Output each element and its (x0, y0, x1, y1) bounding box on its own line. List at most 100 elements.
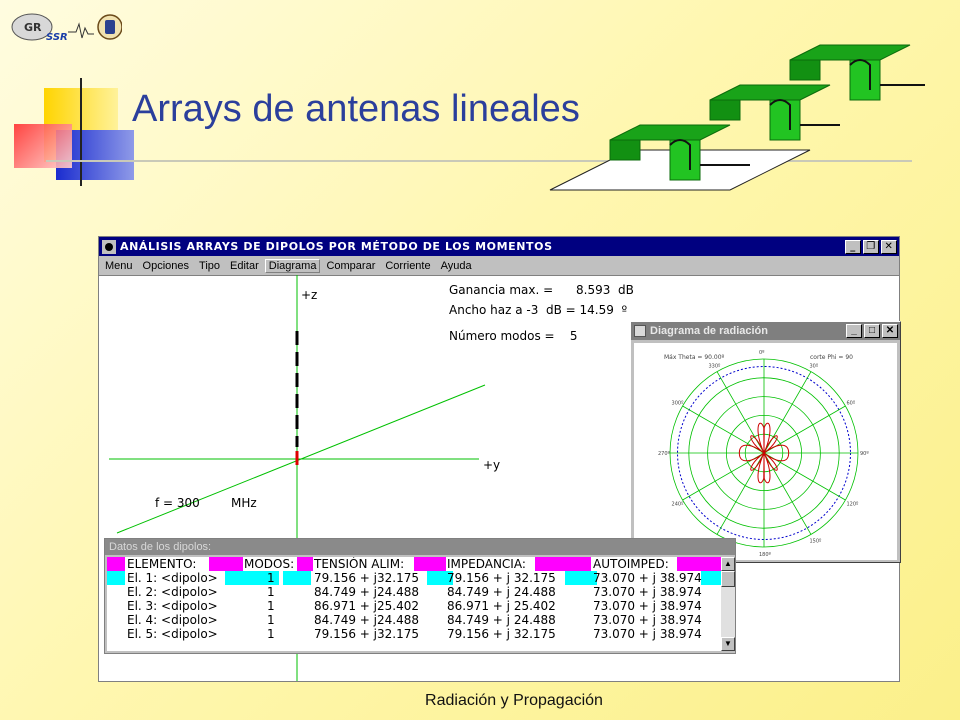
cell-elemento: El. 3: <dipolo> (127, 599, 218, 613)
scroll-thumb[interactable] (721, 571, 735, 587)
cell-modos: 1 (267, 613, 275, 627)
menu-item-corriente[interactable]: Corriente (381, 259, 434, 273)
menu-item-editar[interactable]: Editar (226, 259, 263, 273)
frequency-unit: MHz (231, 496, 257, 510)
cell-impedancia: 86.971 + j 25.402 (447, 599, 556, 613)
app-icon[interactable] (102, 239, 116, 254)
menu-item-ayuda[interactable]: Ayuda (437, 259, 476, 273)
cell-tension: 84.749 + j24.488 (314, 585, 419, 599)
antenna-element-2 (709, 84, 840, 141)
cell-autoimped: 73.070 + j 38.974 (593, 585, 702, 599)
diagram-minimize-button[interactable]: _ (846, 324, 862, 338)
table-row[interactable]: El. 1: <dipolo> 1 79.156 + j32.175 79.156 +… (107, 571, 721, 585)
header-marker (677, 557, 721, 571)
header-elemento: ELEMENTO: (127, 557, 197, 571)
menu-item-opciones[interactable]: Opciones (139, 259, 193, 273)
cell-impedancia: 84.749 + j 24.488 (447, 585, 556, 599)
diagram-window-icon[interactable] (634, 325, 646, 337)
menu-item-menu[interactable]: Menu (101, 259, 137, 273)
cell-modos: 1 (267, 585, 275, 599)
cell-tension: 79.156 + j32.175 (314, 627, 419, 641)
menu-bar: Menu Opciones Tipo Editar Diagrama Compa… (99, 256, 899, 276)
cell-tension: 86.971 + j25.402 (314, 599, 419, 613)
logo-gr-text: GR (24, 21, 42, 34)
frequency-value: f = 300 (155, 496, 200, 510)
deco-vertical-rule (80, 78, 82, 186)
selection-highlight (283, 571, 311, 585)
radiation-diagram-window: Diagrama de radiación _ □ ✕ Máx Theta = … (630, 321, 901, 563)
minimize-button[interactable]: _ (845, 239, 861, 254)
polar-angle-label: 150º (810, 538, 823, 544)
cell-modos: 1 (267, 599, 275, 613)
table-row[interactable]: El. 4: <dipolo> 1 84.749 + j24.488 84.749 +… (107, 613, 721, 627)
polar-angle-label: 180º (759, 552, 772, 558)
close-button[interactable]: ✕ (881, 239, 897, 254)
dipole-data-panel: Datos de los dipolos: ELEMENTO: MODOS: T… (104, 538, 736, 654)
max-gain-text: Ganancia max. = 8.593 dB (449, 283, 634, 297)
menu-item-comparar[interactable]: Comparar (322, 259, 379, 273)
polar-angle-label: 240º (672, 502, 685, 508)
cell-autoimped: 73.070 + j 38.974 (593, 613, 702, 627)
app-titlebar[interactable]: ANÁLISIS ARRAYS DE DIPOLOS POR MÉTODO DE… (99, 237, 899, 256)
diagram-maximize-button[interactable]: □ (864, 324, 880, 338)
antenna-array-illustration (549, 44, 925, 191)
scroll-down-button[interactable]: ▼ (721, 637, 735, 651)
cell-impedancia: 84.749 + j 24.488 (447, 613, 556, 627)
polar-angle-label: 60º (846, 401, 855, 407)
polar-angle-label: 0º (759, 350, 765, 356)
z-axis-label: +z (301, 288, 317, 302)
header-marker (414, 557, 446, 571)
cell-tension: 79.156 + j32.175 (314, 571, 419, 585)
cell-elemento: El. 2: <dipolo> (127, 585, 218, 599)
polar-angle-label: 270º (658, 451, 671, 457)
table-row[interactable]: El. 3: <dipolo> 1 86.971 + j25.402 86.971 +… (107, 599, 721, 613)
cell-elemento: El. 1: <dipolo> (127, 571, 218, 585)
cell-autoimped: 73.070 + j 38.974 (593, 627, 702, 641)
slide-title: Arrays de antenas lineales (132, 88, 580, 130)
table-row[interactable]: El. 2: <dipolo> 1 84.749 + j24.488 84.749 +… (107, 585, 721, 599)
footer-text: Radiación y Propagación (425, 692, 603, 709)
table-row[interactable]: El. 5: <dipolo> 1 79.156 + j32.175 79.156 +… (107, 627, 721, 641)
university-logo: GR SSR (11, 13, 122, 43)
polar-angle-label: 30º (810, 364, 819, 370)
cell-impedancia: 79.156 + j 32.175 (447, 571, 556, 585)
table-scrollbar[interactable]: ▲ ▼ (721, 557, 735, 651)
cell-autoimped: 73.070 + j 38.974 (593, 599, 702, 613)
cell-autoimped: 73.070 + j 38.974 (593, 571, 702, 585)
cut-phi-label: corte Phi = 90 (810, 354, 853, 361)
logo-ssr-text: SSR (46, 32, 68, 43)
cell-modos: 1 (267, 627, 275, 641)
polar-plot: Máx Theta = 90.00º corte Phi = 90 0º 30º 6… (658, 350, 869, 558)
header-marker (535, 557, 591, 571)
diagram-titlebar[interactable]: Diagrama de radiación _ □ ✕ (631, 322, 900, 340)
header-autoimped: AUTOIMPED: (593, 557, 669, 571)
header-marker (209, 557, 243, 571)
header-marker (107, 557, 125, 571)
app-title: ANÁLISIS ARRAYS DE DIPOLOS POR MÉTODO DE… (120, 240, 553, 253)
dipole-panel-title: Datos de los dipolos: (105, 539, 735, 555)
cell-tension: 84.749 + j24.488 (314, 613, 419, 627)
header-impedancia: IMPEDANCIA: (447, 557, 526, 571)
dipole-table: ELEMENTO: MODOS: TENSIÓN ALIM: IMPEDANCI… (107, 557, 721, 651)
header-tension: TENSIÓN ALIM: (314, 557, 405, 571)
diagram-title: Diagrama de radiación (650, 325, 768, 337)
beamwidth-text: Ancho haz a -3 dB = 14.59 º (449, 303, 628, 317)
cell-impedancia: 79.156 + j 32.175 (447, 627, 556, 641)
menu-item-tipo[interactable]: Tipo (195, 259, 224, 273)
polar-angle-label: 120º (846, 502, 859, 508)
slide-footer: Radiación y Propagación (0, 692, 960, 710)
cell-modos: 1 (267, 571, 275, 585)
table-header-row: ELEMENTO: MODOS: TENSIÓN ALIM: IMPEDANCI… (107, 557, 721, 571)
y-axis-label: +y (483, 458, 500, 472)
diagram-close-button[interactable]: ✕ (882, 324, 898, 338)
cell-elemento: El. 4: <dipolo> (127, 613, 218, 627)
cell-elemento: El. 5: <dipolo> (127, 627, 218, 641)
max-theta-label: Máx Theta = 90.00º (664, 354, 725, 361)
restore-button[interactable]: ❐ (863, 239, 879, 254)
menu-item-diagrama[interactable]: Diagrama (264, 258, 321, 273)
polar-plot-area: Máx Theta = 90.00º corte Phi = 90 0º 30º 6… (634, 343, 897, 560)
selection-highlight (701, 571, 721, 585)
scroll-up-button[interactable]: ▲ (721, 557, 735, 571)
polar-angle-label: 90º (860, 451, 869, 457)
header-marker (297, 557, 313, 571)
